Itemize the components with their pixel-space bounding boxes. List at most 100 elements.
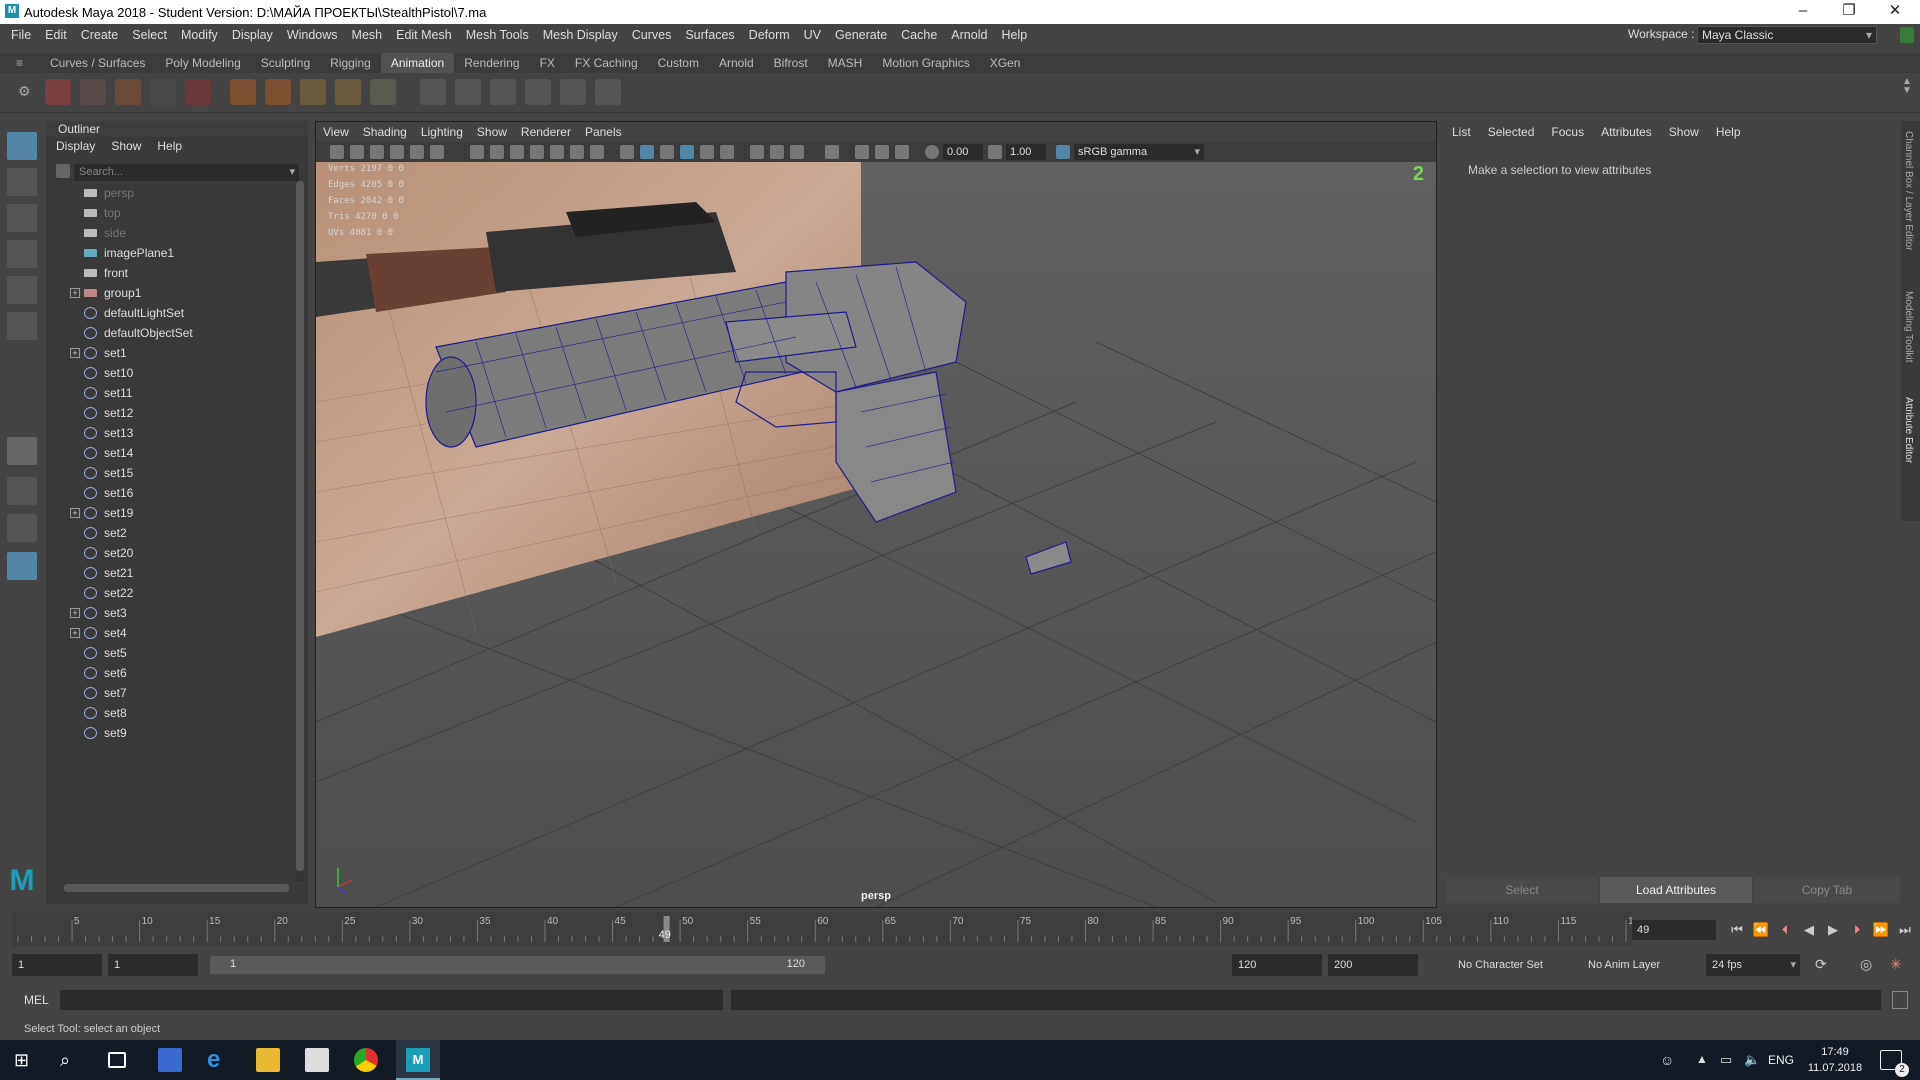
outliner-item-set7[interactable]: set7 [46,683,296,703]
outliner-item-set21[interactable]: set21 [46,563,296,583]
use-lights-icon[interactable] [700,145,714,159]
task-view-icon[interactable] [108,1052,126,1068]
outliner-item-set1[interactable]: + set1 [46,343,296,363]
play-backward-icon[interactable]: ◀ [1800,921,1818,939]
shelf-tab-mash[interactable]: MASH [818,53,873,73]
shelf-menu-icon[interactable]: ≡ [16,56,28,70]
scale-icon[interactable] [370,79,396,105]
outliner-item-set15[interactable]: set15 [46,463,296,483]
constraint-orient-icon[interactable] [490,79,516,105]
workspace-dropdown[interactable]: Maya Classic ▾ [1697,26,1877,44]
outliner-item-set13[interactable]: set13 [46,423,296,443]
outliner-hscrollbar[interactable] [64,884,289,892]
outliner-item-group1[interactable]: + group1 [46,283,296,303]
ambient-occlusion-icon[interactable] [750,145,764,159]
constraint-scale-icon[interactable] [525,79,551,105]
menu-display[interactable]: Display [225,28,280,42]
menu-mesh-tools[interactable]: Mesh Tools [459,28,536,42]
shelf-tab-rigging[interactable]: Rigging [320,53,381,73]
load-attributes-button[interactable]: Load Attributes [1600,877,1752,903]
select-tool-icon[interactable] [7,132,37,160]
script-language-label[interactable]: MEL [24,993,49,1007]
auto-key-icon[interactable]: ◎ [1860,956,1878,974]
shadows-icon[interactable] [720,145,734,159]
outliner-item-set4[interactable]: + set4 [46,623,296,643]
channel-box-tab[interactable]: Channel Box / Layer Editor [1903,131,1914,251]
exposure-icon[interactable] [925,145,939,159]
wireframe-icon[interactable] [620,145,634,159]
shelf-tab-motion-graphics[interactable]: Motion Graphics [872,53,979,73]
safe-title-icon[interactable] [590,145,604,159]
range-slider[interactable]: 1 120 [210,956,825,974]
constraint-aim-icon[interactable] [560,79,586,105]
camera-2d-pan-icon[interactable] [430,145,444,159]
textured-icon[interactable] [680,145,694,159]
menu-cache[interactable]: Cache [894,28,944,42]
menu-edit-mesh[interactable]: Edit Mesh [389,28,459,42]
people-icon[interactable]: ☺ [1660,1052,1674,1068]
volume-icon[interactable]: 🔈 [1744,1052,1760,1068]
outliner-item-set8[interactable]: set8 [46,703,296,723]
field-chart-icon[interactable] [550,145,564,159]
outliner-item-set6[interactable]: set6 [46,663,296,683]
grid-icon[interactable] [470,145,484,159]
menu-help[interactable]: Help [994,28,1034,42]
shelf-tab-curves-surfaces[interactable]: Curves / Surfaces [40,53,155,73]
step-forward-frame-icon[interactable]: ⏵ [1848,921,1866,939]
outliner-menu-show[interactable]: Show [111,137,141,155]
3d-viewport[interactable]: Verts 2197 0 0 Edges 4205 0 0 Faces 2042… [316,162,1436,907]
film-gate-icon[interactable] [490,145,504,159]
rotate-tool-icon[interactable] [7,276,37,304]
script-editor-icon[interactable] [1892,991,1908,1009]
viewport-menu-lighting[interactable]: Lighting [414,125,470,139]
current-time-field[interactable]: 49 [1632,920,1716,940]
bookmark-icon[interactable] [370,145,384,159]
menu-create[interactable]: Create [74,28,126,42]
outliner-item-side[interactable]: side [46,223,296,243]
input-language[interactable]: ENG [1768,1053,1794,1067]
constraint-point-icon[interactable] [455,79,481,105]
shelf-tab-arnold[interactable]: Arnold [709,53,764,73]
shelf-tab-sculpting[interactable]: Sculpting [251,53,320,73]
attr-menu-focus[interactable]: Focus [1551,123,1584,141]
preferences-icon[interactable]: ✳ [1890,956,1908,974]
constraint-parent-icon[interactable] [420,79,446,105]
paint-select-icon[interactable] [7,204,37,232]
outliner-item-set19[interactable]: + set19 [46,503,296,523]
copy-tab-button[interactable]: Copy Tab [1754,877,1900,903]
unghost-icon[interactable] [150,79,176,105]
search-icon[interactable]: ⌕ [60,1048,84,1072]
anti-alias-icon[interactable] [770,145,784,159]
ghost-icon[interactable] [115,79,141,105]
expand-icon[interactable]: + [70,508,80,518]
go-to-end-icon[interactable]: ⏭ [1896,921,1914,939]
menu-curves[interactable]: Curves [625,28,679,42]
attribute-editor-tab[interactable]: Attribute Editor [1903,397,1914,463]
attr-menu-help[interactable]: Help [1716,123,1741,141]
shelf-tab-fx[interactable]: FX [530,53,565,73]
expand-icon[interactable]: + [70,628,80,638]
outliner-item-set16[interactable]: set16 [46,483,296,503]
outliner-item-set12[interactable]: set12 [46,403,296,423]
menu-select[interactable]: Select [125,28,174,42]
playback-end-field[interactable]: 120 [1232,954,1322,976]
dof-icon[interactable] [790,145,804,159]
outliner-item-front[interactable]: front [46,263,296,283]
lasso-tool-icon[interactable] [7,168,37,196]
edge-icon[interactable]: e [207,1048,231,1072]
safe-action-icon[interactable] [570,145,584,159]
minimize-button[interactable]: – [1780,0,1826,24]
play-forward-icon[interactable]: ▶ [1824,921,1842,939]
outliner-item-set10[interactable]: set10 [46,363,296,383]
expand-icon[interactable]: + [70,288,80,298]
xray-icon[interactable] [855,145,869,159]
anim-layer-dropdown[interactable]: No Anim Layer [1588,959,1660,971]
step-forward-key-icon[interactable]: ⏩ [1872,921,1890,939]
outliner-item-top[interactable]: top [46,203,296,223]
outliner-item-set14[interactable]: set14 [46,443,296,463]
modeling-toolkit-tab[interactable]: Modeling Toolkit [1903,291,1914,363]
playback-start-field[interactable]: 1 [108,954,198,976]
start-time-field[interactable]: 1 [12,954,102,976]
menu-edit[interactable]: Edit [38,28,74,42]
fps-dropdown[interactable]: 24 fps ▾ [1706,954,1800,976]
